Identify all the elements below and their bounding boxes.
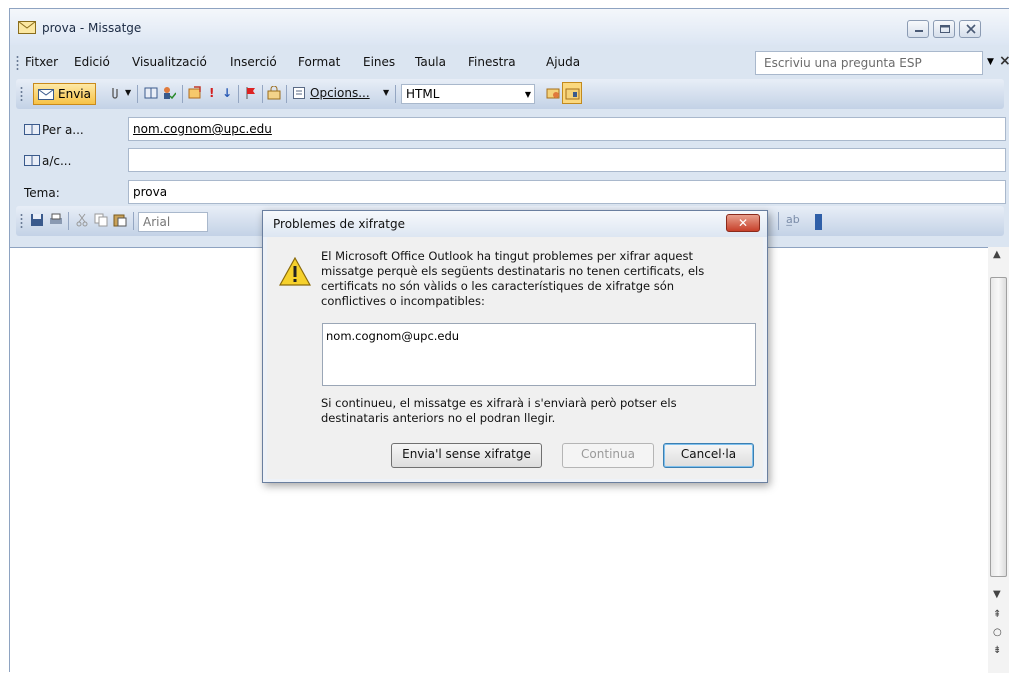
importance-high-icon[interactable]: !	[209, 86, 214, 100]
to-label: Per a...	[42, 123, 84, 137]
options-button[interactable]: Opcions...	[310, 86, 370, 100]
separator	[778, 212, 779, 230]
attach-dropdown-icon[interactable]: ▼	[125, 88, 131, 97]
message-format-select[interactable]: HTML ▼	[401, 84, 535, 104]
format-value: HTML	[406, 87, 440, 101]
address-book-icon	[24, 124, 40, 135]
save-icon[interactable]	[30, 213, 44, 227]
send-label: Envia	[58, 87, 91, 101]
subject-label: Tema:	[24, 186, 60, 200]
separator	[68, 212, 69, 230]
cut-icon[interactable]	[75, 213, 89, 227]
dialog-title-bar: Problemes de xifratge ✕	[263, 211, 767, 237]
permission-icon[interactable]	[267, 86, 281, 100]
importance-low-icon[interactable]: ↓	[222, 86, 232, 100]
attach-icon[interactable]	[108, 86, 122, 100]
separator	[238, 85, 239, 103]
menu-ajuda[interactable]: Ajuda	[546, 55, 580, 69]
menu-grip[interactable]	[16, 55, 19, 71]
close-help-icon[interactable]: ×	[999, 53, 1009, 69]
options-icon[interactable]	[292, 86, 306, 100]
font-name-select[interactable]: Arial	[138, 212, 208, 232]
help-dropdown-icon[interactable]: ▼	[987, 57, 994, 67]
cc-button[interactable]: a/c...	[24, 154, 71, 168]
to-field[interactable]: nom.cognom@upc.edu	[128, 117, 1006, 141]
digitally-sign-icon[interactable]	[546, 86, 560, 100]
menu-format[interactable]: Format	[298, 55, 340, 69]
separator	[137, 85, 138, 103]
insert-item-icon[interactable]	[188, 86, 202, 100]
warning-icon	[279, 257, 311, 286]
next-page-icon[interactable]: ⇟	[993, 645, 1001, 656]
cc-label: a/c...	[42, 154, 72, 168]
scroll-up-icon[interactable]: ▲	[993, 249, 1001, 260]
window-title: prova - Missatge	[42, 21, 142, 35]
send-icon	[38, 89, 54, 100]
dialog-note: Si continueu, el missatge es xifrarà i s…	[321, 396, 677, 425]
cancel-button[interactable]: Cancel·la	[663, 443, 754, 468]
menu-edicio[interactable]: Edició	[74, 55, 110, 69]
separator	[286, 85, 287, 103]
menu-eines[interactable]: Eines	[363, 55, 395, 69]
address-book-icon[interactable]	[144, 86, 158, 100]
print-icon[interactable]	[49, 213, 63, 227]
send-unencrypted-button[interactable]: Envia'l sense xifratge	[391, 443, 542, 468]
address-book-icon	[24, 155, 40, 166]
dialog-title: Problemes de xifratge	[273, 217, 405, 231]
encrypt-icon	[565, 88, 580, 100]
send-button[interactable]: Envia	[33, 83, 96, 105]
select-browse-object-icon[interactable]: ○	[993, 627, 1002, 638]
continue-button[interactable]: Continua	[562, 443, 654, 468]
title-bar: prova - Missatge	[10, 9, 1009, 45]
toolbar-options-button[interactable]	[815, 214, 822, 230]
toolbar-grip[interactable]	[20, 86, 23, 102]
menu-visualitzacio[interactable]: Visualització	[132, 55, 207, 69]
standard-toolbar: Envia ▼ ! ↓ Opcions... ▼ HTML ▼	[16, 79, 1004, 109]
close-icon: ✕	[737, 216, 749, 230]
separator	[182, 85, 183, 103]
chevron-down-icon: ▼	[524, 90, 531, 99]
encryption-problems-dialog: Problemes de xifratge ✕ El Microsoft Off…	[262, 210, 768, 483]
separator	[395, 85, 396, 103]
dialog-message: El Microsoft Office Outlook ha tingut pr…	[321, 249, 705, 308]
menu-fitxer[interactable]: Fitxer	[25, 55, 58, 69]
maximize-button[interactable]	[933, 20, 955, 38]
to-row: Per a... nom.cognom@upc.edu	[10, 117, 1009, 143]
menu-bar: Fitxer Edició Visualització Inserció For…	[10, 51, 1009, 75]
dialog-content: El Microsoft Office Outlook ha tingut pr…	[267, 237, 763, 479]
follow-up-flag-icon[interactable]	[244, 86, 258, 100]
cc-field[interactable]	[128, 148, 1006, 172]
menu-taula[interactable]: Taula	[415, 55, 446, 69]
scroll-thumb[interactable]	[990, 277, 1007, 577]
encrypt-button[interactable]	[562, 82, 582, 104]
toolbar-grip[interactable]	[20, 213, 23, 229]
cc-row: a/c...	[10, 148, 1009, 174]
help-search-input[interactable]: Escriviu una pregunta ESP	[755, 51, 983, 75]
paste-icon[interactable]	[113, 213, 127, 227]
minimize-icon	[915, 30, 923, 32]
close-window-button[interactable]	[959, 20, 981, 38]
minimize-button[interactable]	[907, 20, 929, 38]
separator	[133, 212, 134, 230]
menu-insercio[interactable]: Inserció	[230, 55, 277, 69]
dialog-close-button[interactable]: ✕	[726, 214, 760, 232]
translate-icon[interactable]: a̲b	[786, 213, 800, 226]
copy-icon[interactable]	[94, 213, 108, 227]
message-icon	[18, 21, 36, 34]
maximize-icon	[940, 25, 950, 33]
options-dropdown-icon[interactable]: ▼	[383, 88, 389, 97]
subject-row: Tema: prova	[10, 180, 1009, 206]
recipients-list[interactable]: nom.cognom@upc.edu	[322, 323, 756, 386]
subject-field[interactable]: prova	[128, 180, 1006, 204]
vertical-scrollbar[interactable]: ▲ ▼ ⇞ ○ ⇟	[988, 247, 1009, 673]
close-icon	[966, 24, 976, 34]
to-button[interactable]: Per a...	[24, 123, 84, 137]
menu-finestra[interactable]: Finestra	[468, 55, 516, 69]
previous-page-icon[interactable]: ⇞	[993, 609, 1001, 620]
scroll-down-icon[interactable]: ▼	[993, 589, 1001, 600]
check-names-icon[interactable]	[162, 86, 176, 100]
separator	[262, 85, 263, 103]
